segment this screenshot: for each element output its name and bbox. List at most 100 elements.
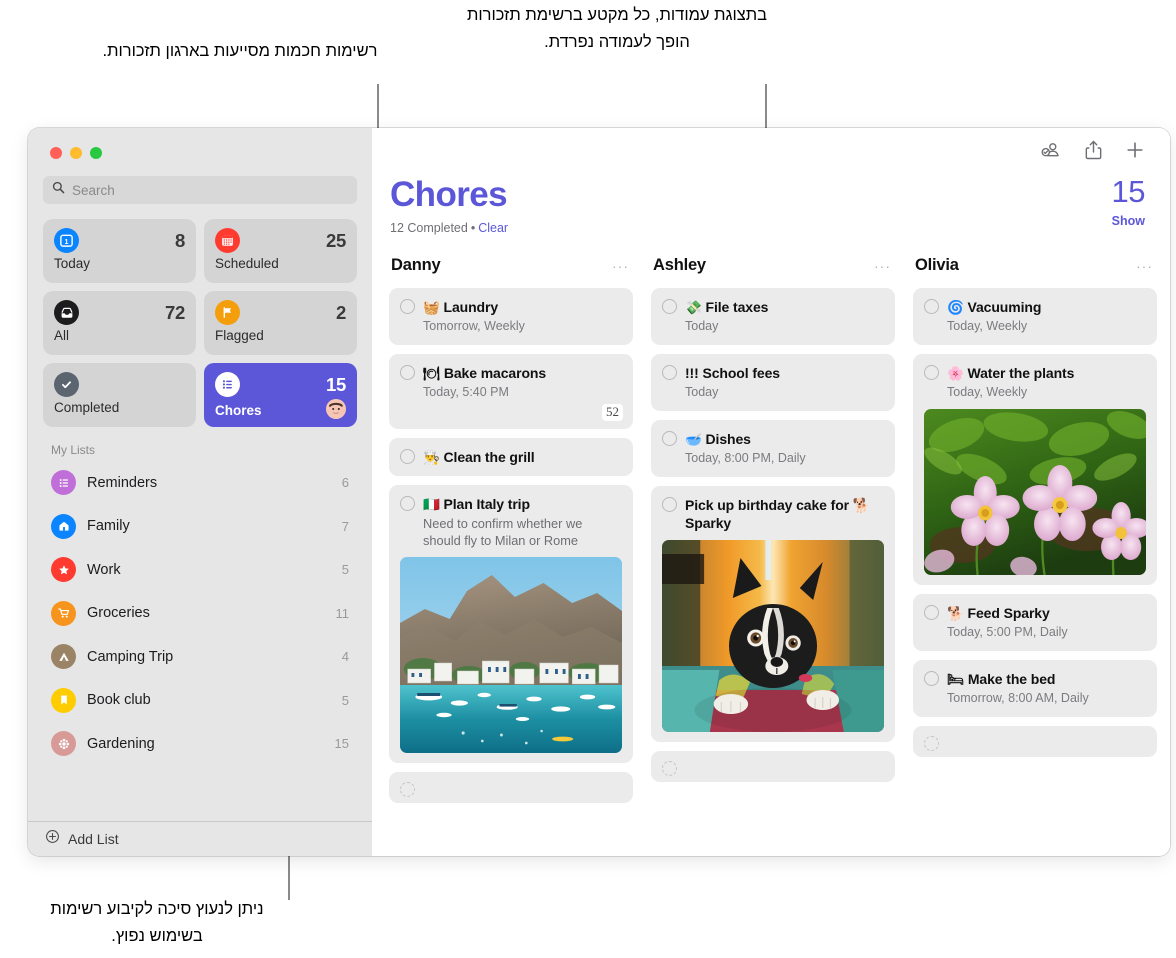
- smart-list-label: Scheduled: [215, 256, 279, 271]
- list-item-family[interactable]: Family 7: [43, 505, 357, 549]
- column-more-icon[interactable]: ···: [874, 259, 891, 273]
- list-item-book-club[interactable]: Book club 5: [43, 679, 357, 723]
- reminder-card-empty[interactable]: [651, 750, 895, 782]
- list-item-count: 5: [341, 562, 349, 578]
- add-reminder-icon[interactable]: [1125, 140, 1145, 165]
- complete-circle-icon[interactable]: [924, 735, 939, 751]
- complete-circle-icon[interactable]: [924, 298, 939, 314]
- reminder-title: 🐕 Feed Sparky: [947, 604, 1146, 623]
- money-flying-icon: 💸: [685, 299, 702, 315]
- smart-list-chores[interactable]: 15 Chores: [204, 363, 357, 427]
- completed-summary: 12 Completed • Clear: [390, 221, 508, 235]
- complete-circle-icon[interactable]: [662, 496, 677, 512]
- column-danny: Danny ··· 🧺 Laundry Tomorrow, Weekly 🍽 B…: [380, 253, 642, 856]
- minimize-button[interactable]: [70, 147, 82, 159]
- reminder-card-empty[interactable]: [913, 725, 1157, 757]
- shopping-cart-icon: [51, 600, 76, 626]
- cyclone-icon: 🌀: [947, 299, 964, 315]
- column-title: Olivia: [915, 256, 959, 275]
- smart-list-label: Today: [54, 256, 91, 271]
- flower-icon: [51, 731, 76, 757]
- flowers-photo[interactable]: [924, 408, 1146, 575]
- column-more-icon[interactable]: ···: [612, 259, 629, 273]
- complete-circle-icon[interactable]: [924, 364, 939, 380]
- reminder-subtitle: Tomorrow, 8:00 AM, Daily: [947, 691, 1089, 706]
- smart-list-today[interactable]: 1 8 Today: [43, 219, 196, 283]
- complete-circle-icon[interactable]: [400, 496, 415, 512]
- search-field[interactable]: Search: [43, 176, 357, 204]
- reminder-card[interactable]: 💸 File taxes Today: [651, 287, 895, 345]
- share-icon[interactable]: [1085, 140, 1102, 165]
- smart-list-flagged[interactable]: 2 Flagged: [204, 291, 357, 355]
- reminder-card[interactable]: 🧺 Laundry Tomorrow, Weekly: [389, 287, 633, 345]
- reminder-subtitle: Today, 5:40 PM: [423, 385, 509, 400]
- show-button[interactable]: Show: [1112, 214, 1145, 228]
- complete-circle-icon[interactable]: [662, 364, 677, 380]
- window-controls: [28, 128, 372, 159]
- add-list-button[interactable]: Add List: [28, 821, 372, 856]
- reminder-card[interactable]: 🌸 Water the plants Today, Weekly: [913, 353, 1157, 585]
- zoom-button[interactable]: [90, 147, 102, 159]
- complete-circle-icon[interactable]: [662, 430, 677, 446]
- reminder-card[interactable]: 🐕 Feed Sparky Today, 5:00 PM, Daily: [913, 593, 1157, 651]
- shared-list-icon[interactable]: [1040, 141, 1062, 164]
- reminder-title-text: Laundry: [443, 298, 499, 315]
- smart-list-count: 15: [326, 373, 346, 395]
- complete-circle-icon[interactable]: [924, 604, 939, 620]
- complete-circle-icon[interactable]: [662, 298, 677, 314]
- list-item-camping-trip[interactable]: Camping Trip 4: [43, 635, 357, 679]
- search-placeholder: Search: [72, 182, 115, 198]
- bookmark-icon: [51, 687, 76, 713]
- reminder-title: 🍽 Bake macarons: [423, 364, 622, 383]
- clear-button[interactable]: Clear: [478, 221, 508, 235]
- reminder-card[interactable]: 🍽 Bake macarons Today, 5:40 PM 52: [389, 353, 633, 429]
- page-title: Chores: [390, 175, 508, 214]
- reminder-card[interactable]: 🌀 Vacuuming Today, Weekly: [913, 287, 1157, 345]
- smart-list-scheduled[interactable]: 25 Scheduled: [204, 219, 357, 283]
- smart-list-label: All: [54, 328, 70, 343]
- list-item-work[interactable]: Work 5: [43, 548, 357, 592]
- reminder-card[interactable]: 👨‍🍳 Clean the grill: [389, 437, 633, 477]
- completed-count-label: 12 Completed: [390, 220, 468, 235]
- column-header: Ashley ···: [651, 253, 895, 279]
- reminder-title: 🌸 Water the plants: [947, 364, 1146, 383]
- reminder-title: 🌀 Vacuuming: [947, 298, 1146, 317]
- complete-circle-icon[interactable]: [924, 670, 939, 686]
- column-more-icon[interactable]: ···: [1136, 259, 1153, 273]
- dog-photo[interactable]: [662, 539, 884, 732]
- reminder-title-text: !!! School fees: [685, 364, 780, 381]
- smart-lists-grid: 1 8 Today 25 Scheduled 72 All 2 Flagged …: [28, 204, 372, 427]
- columns-container: Danny ··· 🧺 Laundry Tomorrow, Weekly 🍽 B…: [372, 253, 1170, 856]
- reminder-card[interactable]: Pick up birthday cake for 🐕 Sparky: [651, 485, 895, 742]
- dog-icon: 🐕: [947, 605, 964, 621]
- today-calendar-icon: 1: [54, 228, 79, 253]
- reminder-title: 🇮🇹 Plan Italy trip: [423, 495, 622, 514]
- reminder-card-empty[interactable]: [389, 772, 633, 804]
- complete-circle-icon[interactable]: [662, 760, 677, 776]
- close-button[interactable]: [50, 147, 62, 159]
- reminder-title: 👨‍🍳 Clean the grill: [423, 448, 622, 467]
- list-bullet-icon: [215, 372, 240, 397]
- reminder-title-text: Pick up birthday cake for 🐕 Sparky: [685, 496, 871, 531]
- reminder-title: 🧺 Laundry: [423, 298, 622, 317]
- italy-coast-photo[interactable]: [400, 557, 622, 754]
- complete-circle-icon[interactable]: [400, 448, 415, 464]
- smart-list-completed[interactable]: Completed: [43, 363, 196, 427]
- list-item-groceries[interactable]: Groceries 11: [43, 592, 357, 636]
- total-count: 15: [1111, 174, 1146, 209]
- smart-list-count: 72: [165, 301, 185, 323]
- list-item-gardening[interactable]: Gardening 15: [43, 722, 357, 766]
- reminder-card[interactable]: !!! School fees Today: [651, 353, 895, 411]
- list-item-label: Groceries: [87, 605, 150, 622]
- reminder-card[interactable]: 🛏 Make the bed Tomorrow, 8:00 AM, Daily: [913, 659, 1157, 717]
- smart-list-all[interactable]: 72 All: [43, 291, 196, 355]
- complete-circle-icon[interactable]: [400, 298, 415, 314]
- reminder-card[interactable]: 🇮🇹 Plan Italy trip Need to confirm wheth…: [389, 485, 633, 764]
- reminder-card[interactable]: 🥣 Dishes Today, 8:00 PM, Daily: [651, 419, 895, 477]
- list-item-reminders[interactable]: Reminders 6: [43, 461, 357, 505]
- complete-circle-icon[interactable]: [400, 782, 415, 798]
- reminder-title-text: Plan Italy trip: [443, 496, 531, 513]
- complete-circle-icon[interactable]: [400, 364, 415, 380]
- column-header: Olivia ···: [913, 253, 1157, 279]
- column-title: Ashley: [653, 256, 706, 275]
